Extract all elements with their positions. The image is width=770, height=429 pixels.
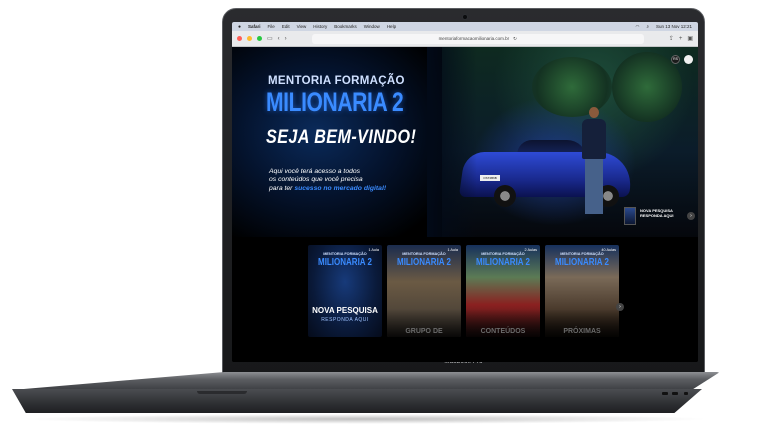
headphone-jack (684, 392, 688, 395)
share-icon[interactable]: ⇪ (669, 35, 674, 42)
browser-toolbar: ▭ ‹ › mentoriaformacaomilionaria.com.br … (232, 31, 698, 47)
usb-c-port (662, 392, 668, 395)
course-card[interactable]: 40 Aulas MENTORIA FORMAÇÃO MILIONARIA 2 … (545, 245, 619, 337)
reload-icon[interactable]: ↻ (513, 36, 517, 42)
macos-menubar: ● Safari File Edit View History Bookmark… (232, 22, 698, 31)
hero-welcome: SEJA BEM-VINDO! (266, 127, 417, 148)
forward-icon[interactable]: › (285, 36, 287, 42)
menubar-clock[interactable]: Sun 13 Nov 12:21 (656, 24, 692, 29)
menu-help[interactable]: Help (387, 24, 396, 29)
usb-c-port (672, 392, 678, 395)
card-title: CONTEÚDOS (480, 328, 526, 335)
zoom-window-button[interactable] (257, 36, 262, 41)
menu-view[interactable]: View (297, 24, 307, 29)
menu-history[interactable]: History (313, 24, 327, 29)
course-card[interactable]: 1 Aula MENTORIA FORMAÇÃO MILIONARIA 2 NO… (308, 245, 382, 337)
course-carousel: 1 Aula MENTORIA FORMAÇÃO MILIONARIA 2 NO… (308, 245, 619, 337)
close-window-button[interactable] (237, 36, 242, 41)
back-icon[interactable]: ‹ (278, 36, 280, 42)
menu-edit[interactable]: Edit (282, 24, 290, 29)
trackpad-notch (197, 391, 247, 394)
banner-next-arrow-icon[interactable]: › (687, 212, 695, 220)
menu-file[interactable]: File (268, 24, 275, 29)
avatar[interactable]: RS (671, 55, 680, 64)
car-wheel (494, 185, 516, 207)
hero-description: Aqui você terá acesso a todos os conteúd… (269, 168, 387, 192)
next-banner-thumbnail[interactable] (624, 207, 636, 225)
card-title: GRUPO DE (405, 328, 443, 335)
web-page: OST4B6B MENTORIA FORMAÇÃO MILIONARIA 2 S… (232, 47, 698, 362)
card-title: NOVA PESQUISA (312, 306, 378, 315)
laptop-screen: ● Safari File Edit View History Bookmark… (232, 22, 698, 362)
next-banner-label[interactable]: NOVA PESQUISA RESPONDA AQUI (640, 208, 673, 218)
minimize-window-button[interactable] (247, 36, 252, 41)
search-icon[interactable]: ⌕ (646, 24, 649, 29)
hero-title-line1: MENTORIA FORMAÇÃO (268, 75, 405, 87)
new-tab-icon[interactable]: + (679, 36, 683, 42)
course-card[interactable]: 2 Aulas MENTORIA FORMAÇÃO MILIONARIA 2 C… (466, 245, 540, 337)
menu-app-name[interactable]: Safari (248, 24, 261, 29)
tab-overview-icon[interactable]: ▣ (687, 35, 693, 42)
apple-menu-icon[interactable]: ● (238, 24, 241, 30)
laptop-base (12, 372, 720, 418)
hero-title-line2: MILIONARIA 2 (266, 87, 404, 117)
person-image (582, 107, 606, 217)
carousel-next-arrow-icon[interactable]: › (616, 303, 624, 311)
license-plate: OST4B6B (480, 175, 500, 181)
menu-bookmarks[interactable]: Bookmarks (334, 24, 357, 29)
card-title: PRÓXIMAS (563, 328, 601, 335)
profile-menu[interactable] (684, 55, 693, 64)
address-bar[interactable]: mentoriaformacaomilionaria.com.br ↻ (311, 33, 644, 44)
wifi-icon[interactable]: ◠ (636, 24, 640, 30)
card-subtitle: RESPONDA AQUI (321, 317, 369, 323)
course-card[interactable]: 1 Aula MENTORIA FORMAÇÃO MILIONARIA 2 GR… (387, 245, 461, 337)
menu-window[interactable]: Window (364, 24, 380, 29)
webcam (463, 15, 467, 19)
sidebar-icon[interactable]: ▭ (267, 35, 273, 42)
url-text: mentoriaformacaomilionaria.com.br (438, 36, 510, 41)
